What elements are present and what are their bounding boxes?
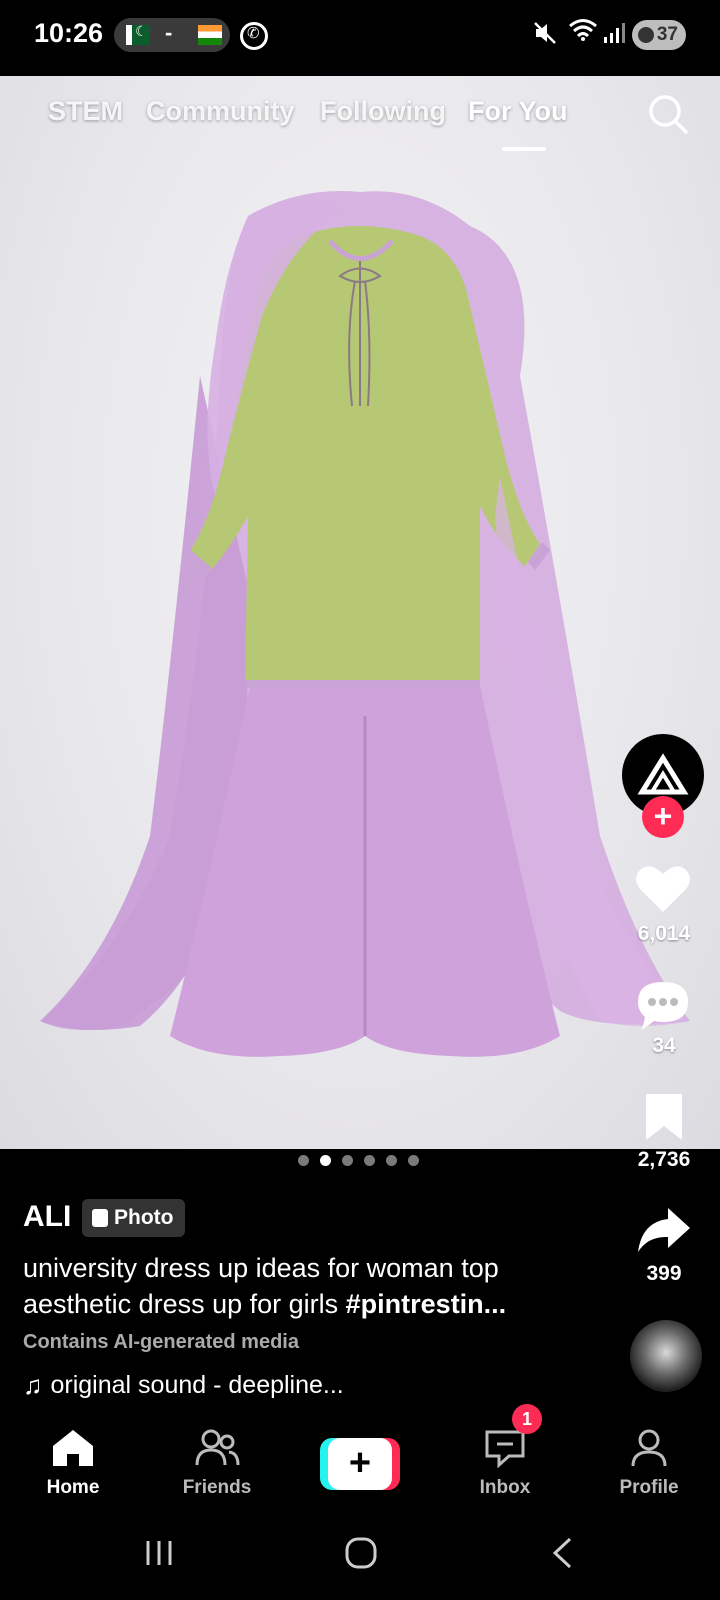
wifi-icon bbox=[569, 19, 597, 41]
post-caption[interactable]: university dress up ideas for woman top … bbox=[23, 1250, 583, 1322]
status-bar: 10:26 - 37 bbox=[0, 0, 720, 76]
like-count: 6,014 bbox=[637, 922, 691, 945]
photo-icon bbox=[92, 1209, 108, 1227]
tab-for-you[interactable]: For You bbox=[468, 96, 568, 127]
ai-generated-label[interactable]: Contains AI-generated media bbox=[23, 1331, 299, 1354]
bottom-nav: Home Friends + Inbox 1 Profile bbox=[0, 1404, 720, 1520]
home-icon bbox=[53, 1430, 93, 1466]
nav-profile[interactable]: Profile bbox=[594, 1428, 704, 1499]
carousel-dots bbox=[298, 1155, 419, 1166]
pill-separator: - bbox=[165, 20, 173, 45]
nav-friends[interactable]: Friends bbox=[162, 1428, 272, 1499]
carousel-dot-active[interactable] bbox=[320, 1155, 331, 1166]
author-name[interactable]: ALI bbox=[23, 1200, 71, 1234]
call-pill[interactable]: - bbox=[114, 18, 230, 52]
sound-title: original sound - deepline... bbox=[50, 1371, 344, 1399]
nav-inbox-label: Inbox bbox=[479, 1477, 531, 1498]
carousel-dot[interactable] bbox=[386, 1155, 397, 1166]
home-button-icon[interactable] bbox=[344, 1536, 378, 1570]
active-tab-indicator bbox=[502, 147, 546, 151]
friends-icon bbox=[195, 1429, 240, 1466]
follow-button[interactable]: + bbox=[642, 796, 684, 838]
pakistan-flag-icon bbox=[126, 23, 150, 45]
comment-icon[interactable] bbox=[634, 978, 692, 1032]
share-count: 399 bbox=[646, 1262, 682, 1285]
bookmark-icon[interactable] bbox=[642, 1092, 686, 1142]
profile-icon bbox=[631, 1429, 667, 1467]
tab-stem[interactable]: STEM bbox=[48, 96, 123, 127]
battery-level: 37 bbox=[656, 24, 678, 45]
nav-home-label: Home bbox=[46, 1477, 100, 1498]
share-icon[interactable] bbox=[636, 1206, 692, 1254]
carousel-dot[interactable] bbox=[342, 1155, 353, 1166]
carousel-dot[interactable] bbox=[298, 1155, 309, 1166]
photo-badge-label: Photo bbox=[114, 1206, 174, 1229]
caption-hashtag[interactable]: #pintrestin... bbox=[346, 1289, 507, 1319]
system-nav-bar bbox=[0, 1520, 720, 1600]
comment-count: 34 bbox=[652, 1034, 676, 1057]
nav-inbox[interactable]: Inbox bbox=[450, 1428, 560, 1499]
create-button[interactable]: + bbox=[320, 1438, 400, 1490]
battery-indicator: 37 bbox=[632, 20, 686, 50]
outfit-image bbox=[40, 191, 690, 1057]
inbox-icon bbox=[485, 1430, 525, 1469]
india-flag-icon bbox=[198, 25, 222, 45]
signal-icon bbox=[604, 23, 625, 43]
tab-community[interactable]: Community bbox=[146, 96, 295, 127]
save-count: 2,736 bbox=[637, 1148, 691, 1171]
mute-icon bbox=[534, 22, 556, 44]
music-note-icon: ♫ bbox=[23, 1370, 43, 1400]
back-icon[interactable] bbox=[550, 1536, 574, 1570]
whatsapp-icon bbox=[240, 22, 268, 50]
nav-friends-label: Friends bbox=[182, 1477, 252, 1498]
heart-icon[interactable] bbox=[634, 862, 692, 914]
sound-disc[interactable] bbox=[630, 1320, 702, 1392]
search-icon[interactable] bbox=[646, 92, 690, 136]
nav-profile-label: Profile bbox=[619, 1477, 679, 1498]
feed-tabs: STEM Community Following For You bbox=[0, 92, 720, 162]
plus-icon: + bbox=[328, 1438, 392, 1490]
inbox-badge: 1 bbox=[512, 1404, 542, 1434]
tab-following[interactable]: Following bbox=[320, 96, 446, 127]
carousel-dot[interactable] bbox=[364, 1155, 375, 1166]
battery-saver-icon bbox=[638, 27, 654, 43]
carousel-dot[interactable] bbox=[408, 1155, 419, 1166]
nav-home[interactable]: Home bbox=[18, 1428, 128, 1499]
recent-apps-icon[interactable] bbox=[144, 1538, 174, 1568]
status-time: 10:26 bbox=[34, 18, 104, 48]
sound-link[interactable]: ♫ original sound - deepline... bbox=[23, 1370, 344, 1401]
photo-badge: Photo bbox=[82, 1199, 186, 1237]
post-photo[interactable] bbox=[0, 76, 720, 1149]
